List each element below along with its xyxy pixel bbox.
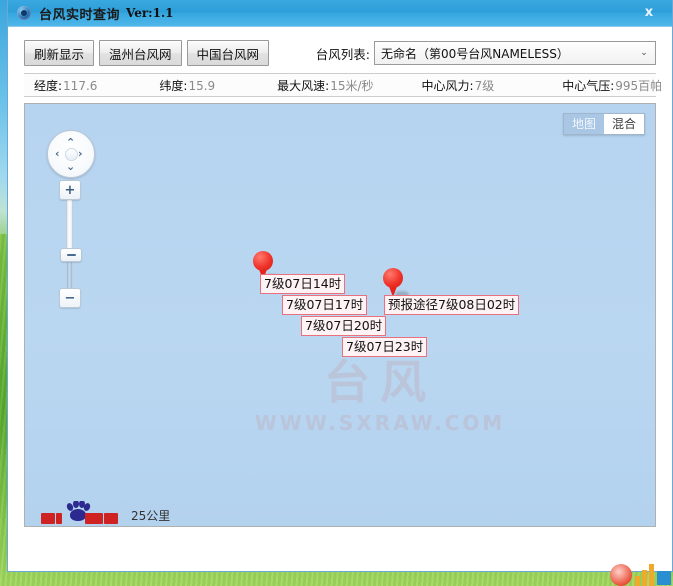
zoom-in-button[interactable]: + — [59, 180, 81, 200]
marker-head — [383, 268, 403, 288]
typhoon-icon — [17, 6, 31, 20]
baidu-logo-icon — [41, 501, 119, 525]
info-center-wind-force: 中心风力: 7级 — [422, 77, 495, 94]
refresh-display-button[interactable]: 刷新显示 — [24, 40, 95, 66]
info-max-wind-speed-label: 最大风速: — [277, 78, 330, 93]
info-max-wind-speed-value: 15米/秒 — [330, 78, 374, 93]
title-bar[interactable]: 台风实时查询 Ver:1.1 x — [8, 0, 672, 27]
pan-center-button[interactable] — [65, 148, 78, 161]
info-latitude: 纬度: 15.9 — [159, 77, 215, 94]
info-center-wind-force-value: 7级 — [474, 78, 495, 93]
forecast-label-08-02[interactable]: 预报途径7级08日02时 — [384, 295, 520, 315]
typhoon-list-group: 台风列表: 无命名（第00号台风NAMELESS） ⌄ — [316, 41, 656, 65]
pan-up-icon[interactable]: ⌃ — [66, 137, 75, 148]
zoom-out-button[interactable]: − — [59, 288, 81, 308]
typhoon-list-label: 台风列表: — [315, 46, 370, 62]
application-window: 台风实时查询 Ver:1.1 x 刷新显示 温州台风网 中国台风网 台风列表: … — [7, 0, 673, 572]
window-version: Ver:1.1 — [126, 6, 174, 20]
map-water-layer — [25, 104, 655, 526]
map-type-hybrid[interactable]: 混合 — [603, 114, 644, 134]
window-body: 刷新显示 温州台风网 中国台风网 台风列表: 无命名（第00号台风NAMELES… — [8, 27, 672, 571]
typhoon-select-dropdown[interactable]: 无命名（第00号台风NAMELESS） ⌄ — [374, 41, 656, 65]
info-latitude-value: 15.9 — [188, 78, 216, 93]
map-zoom-control[interactable]: + − — [59, 180, 82, 308]
track-label-07-14[interactable]: 7级07日14时 — [260, 274, 346, 294]
info-longitude-value: 117.6 — [63, 78, 98, 93]
zoom-slider-fill — [67, 259, 72, 291]
info-center-pressure-value: 995百帕 — [615, 78, 663, 93]
info-latitude-label: 纬度: — [159, 78, 188, 93]
toolbar: 刷新显示 温州台风网 中国台风网 台风列表: 无命名（第00号台风NAMELES… — [24, 39, 656, 67]
map-type-normal[interactable]: 地图 — [563, 114, 604, 134]
marker-head — [253, 251, 273, 271]
track-label-07-23[interactable]: 7级07日23时 — [342, 337, 428, 357]
zoom-slider-handle[interactable] — [60, 248, 82, 262]
typhoon-select-value: 无命名（第00号台风NAMELESS） — [381, 46, 569, 61]
typhoon-marker-forecast[interactable] — [383, 268, 409, 297]
window-title: 台风实时查询 — [39, 7, 121, 23]
map-type-switch: 地图 混合 — [562, 113, 645, 135]
info-longitude: 经度: 117.6 — [34, 77, 97, 94]
info-center-pressure: 中心气压: 995百帕 — [562, 77, 662, 94]
map-canvas[interactable]: 台风 WWW.SXRAW.COM ⌃ ⌄ ‹ › + − — [24, 103, 656, 527]
map-pan-control[interactable]: ⌃ ⌄ ‹ › — [47, 130, 95, 178]
map-scale-label: 25公里 — [131, 509, 171, 523]
typhoon-info-bar: 经度: 117.6 纬度: 15.9 最大风速: 15米/秒 中心风力: 7级 … — [24, 73, 662, 97]
close-icon[interactable]: x — [632, 2, 666, 22]
pan-right-icon[interactable]: › — [78, 148, 83, 159]
track-label-07-20[interactable]: 7级07日20时 — [301, 316, 387, 336]
chevron-down-icon: ⌄ — [640, 47, 648, 58]
info-center-wind-force-label: 中心风力: — [421, 78, 474, 93]
track-label-07-17[interactable]: 7级07日17时 — [282, 295, 368, 315]
pan-down-icon[interactable]: ⌄ — [66, 161, 75, 172]
info-center-pressure-label: 中心气压: — [562, 78, 615, 93]
info-longitude-label: 经度: — [34, 78, 63, 93]
info-max-wind-speed: 最大风速: 15米/秒 — [277, 77, 373, 94]
china-typhoon-site-button[interactable]: 中国台风网 — [186, 40, 270, 66]
pan-left-icon[interactable]: ‹ — [55, 148, 60, 159]
wenzhou-typhoon-site-button[interactable]: 温州台风网 — [99, 40, 182, 66]
zoom-slider-track[interactable] — [66, 196, 73, 292]
window-bottom-area — [8, 529, 672, 571]
baidu-wordmark — [41, 512, 119, 525]
